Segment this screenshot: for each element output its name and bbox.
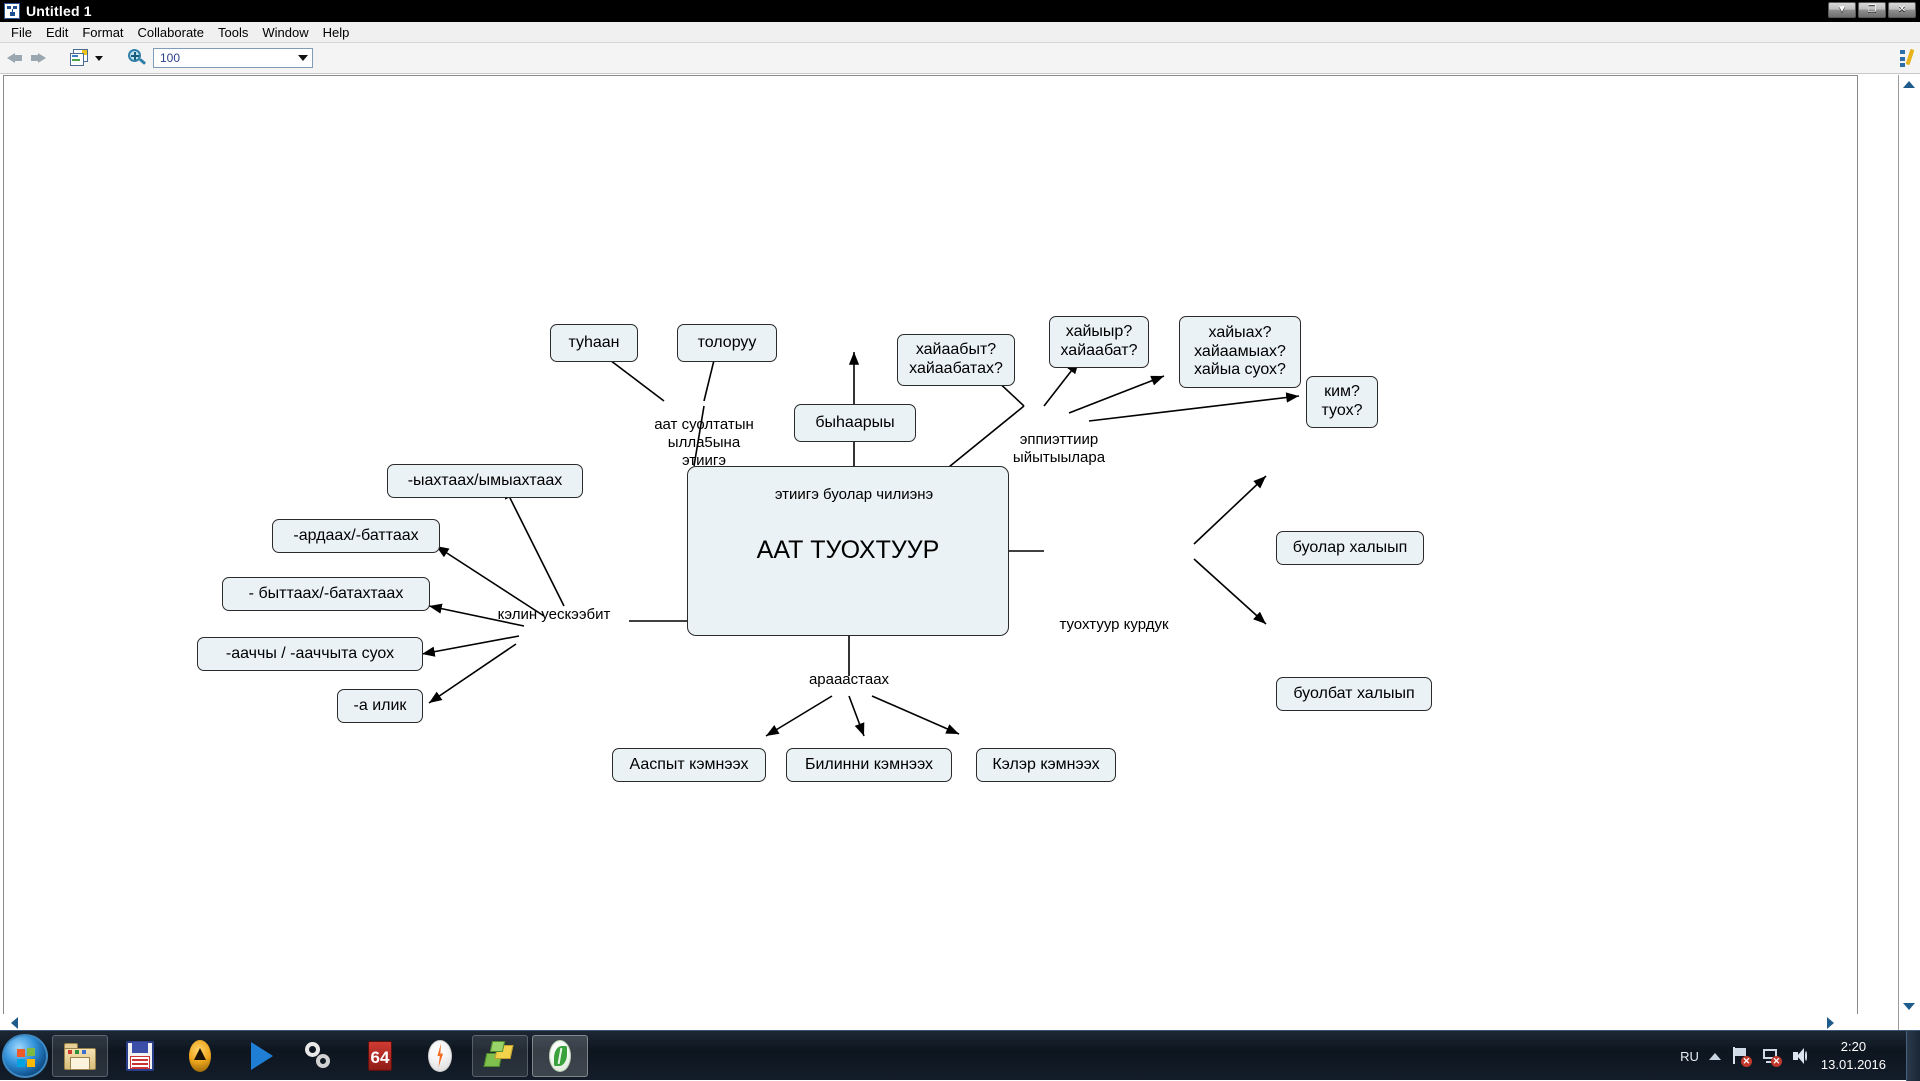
mindmap-node-byhaaryy[interactable]: быһаарыы	[794, 404, 916, 442]
menu-bar: File Edit Format Collaborate Tools Windo…	[0, 22, 1920, 43]
taskbar-item-explorer[interactable]	[52, 1035, 108, 1077]
zoom-combobox[interactable]: 100	[153, 48, 313, 68]
mindmap-node-suffix-aaччy[interactable]: -ааччы / -ааччыта суох	[197, 637, 423, 671]
mindmap-edge-label-eppiettiir: эппиэттиир ыйытыылара	[979, 431, 1139, 467]
scroll-down-arrow-icon[interactable]	[1903, 1003, 1915, 1010]
zoom-group: 100	[127, 48, 313, 68]
gears-settings-icon	[303, 1039, 337, 1073]
mindmap-edge-label-araastaah: арааастаах	[789, 671, 909, 689]
taskbar-item-player[interactable]	[232, 1035, 288, 1077]
scroll-left-arrow-icon[interactable]	[11, 1017, 18, 1029]
taskbar-item-64[interactable]: 64	[352, 1035, 408, 1077]
menu-file[interactable]: File	[4, 23, 39, 42]
mindmap-node-suffix-a-ilik[interactable]: -а илик	[337, 689, 423, 723]
menu-tools[interactable]: Tools	[211, 23, 255, 42]
chevron-down-icon[interactable]	[298, 55, 308, 61]
scroll-up-arrow-icon[interactable]	[1903, 81, 1915, 88]
taskbar-item-mindmap[interactable]	[532, 1035, 588, 1077]
taskbar-item-settings[interactable]	[292, 1035, 348, 1077]
diagram-edit-icon[interactable]	[1898, 48, 1918, 68]
network-disconnected-icon[interactable]: ✕	[1761, 1046, 1781, 1066]
blue-play-icon	[243, 1039, 277, 1073]
new-document-icon	[70, 49, 90, 67]
system-tray: RU ✕ ✕ 2:20 13.01.2016	[1680, 1031, 1920, 1081]
mindmap-icon	[4, 3, 20, 19]
mindmap-node-suffix-ardaah[interactable]: -ардаах/-баттаах	[272, 519, 440, 553]
mindmap-node-question-present[interactable]: хайыыр? хайаабат?	[1049, 316, 1149, 368]
mindmap-edge-label-aat-suolta: аат суолтатын ылла5ына этиигэ	[614, 416, 794, 470]
mindmap-node-question-who[interactable]: ким? туох?	[1306, 376, 1378, 428]
clock[interactable]: 2:20 13.01.2016	[1821, 1038, 1892, 1073]
chevron-down-icon[interactable]	[95, 56, 103, 61]
mindmap-node-suffix-byttaah[interactable]: - быттаах/-батахтаах	[222, 577, 430, 611]
close-button[interactable]: ✕	[1888, 2, 1916, 18]
mindmap-node-buolbat-halyyp[interactable]: буолбат халыып	[1276, 677, 1432, 711]
mindmap-node-suffix-yahtaah[interactable]: -ыахтаах/ымыахтаах	[387, 464, 583, 498]
scroll-right-arrow-icon[interactable]	[1827, 1017, 1834, 1029]
show-desktop-button[interactable]	[1906, 1031, 1920, 1081]
mindmap-node-buolar-halyyp[interactable]: буолар халыып	[1276, 531, 1424, 565]
language-indicator[interactable]: RU	[1680, 1049, 1699, 1064]
show-hidden-icons-icon[interactable]	[1709, 1053, 1721, 1060]
sixty-four-label: 64	[363, 1048, 397, 1068]
mindmap-diagram: ААТ ТУОХТУУР туһаан толоруу аат суолтаты…	[4, 76, 1857, 1029]
mindmap-edge-label-kelin-ueskeebit: кэлин уескээбит	[469, 606, 639, 624]
mindmap-node-bilinni-kemneeh[interactable]: Билинни кэмнээх	[786, 748, 952, 782]
orange-bolt-icon	[423, 1039, 457, 1073]
title-bar: Untitled 1 ▼ ❐ ✕	[0, 0, 1920, 22]
horizontal-scrollbar[interactable]	[3, 1014, 1858, 1030]
menu-help[interactable]: Help	[316, 23, 357, 42]
new-document-tool[interactable]	[70, 49, 103, 67]
mindmap-node-keler-kemneeh[interactable]: Кэлэр кэмнээх	[976, 748, 1116, 782]
mindmap-edge-label-tuohtuur-kurduk: туохтуур курдук	[1039, 616, 1189, 634]
magnifier-plus-icon[interactable]	[127, 48, 147, 68]
floppy-save-icon	[123, 1039, 157, 1073]
clock-date: 13.01.2016	[1821, 1057, 1886, 1072]
window-title: Untitled 1	[26, 3, 92, 19]
taskbar-item-shapes[interactable]	[472, 1035, 528, 1077]
green-shapes-icon	[483, 1039, 517, 1073]
mindmap-node-aaspyt-kemneeh[interactable]: Ааспыт кэмнээх	[612, 748, 766, 782]
back-arrow-icon[interactable]	[6, 50, 24, 66]
restore-button[interactable]: ❐	[1858, 2, 1886, 18]
zoom-value: 100	[160, 51, 180, 65]
forward-arrow-icon[interactable]	[30, 50, 48, 66]
menu-format[interactable]: Format	[75, 23, 130, 42]
sixty-four-icon: 64	[363, 1039, 397, 1073]
menu-window[interactable]: Window	[255, 23, 315, 42]
mindmap-edge-label-etiige: этиигэ буолар чилиэнэ	[749, 486, 959, 504]
mindmap-canvas[interactable]: ААТ ТУОХТУУР туһаан толоруу аат суолтаты…	[3, 75, 1858, 1030]
taskbar-item-save[interactable]	[112, 1035, 168, 1077]
amber-triangle-icon	[183, 1039, 217, 1073]
menu-collaborate[interactable]: Collaborate	[131, 23, 212, 42]
mindmap-node-tuhaan[interactable]: туһаан	[550, 324, 638, 362]
windows-start-orb-icon[interactable]	[2, 1034, 48, 1078]
menu-edit[interactable]: Edit	[39, 23, 75, 42]
mindmap-node-question-future[interactable]: хайыах? хайаамыах? хайыа суох?	[1179, 316, 1301, 388]
action-center-flag-icon[interactable]: ✕	[1731, 1046, 1751, 1066]
taskbar-item-amber[interactable]	[172, 1035, 228, 1077]
toolbar: 100	[0, 43, 1920, 74]
taskbar: 64 RU ✕ ✕ 2:20 13.01.2016	[0, 1030, 1920, 1080]
taskbar-item-bolt[interactable]	[412, 1035, 468, 1077]
green-leaf-icon	[543, 1039, 577, 1073]
vertical-scrollbar[interactable]	[1898, 75, 1917, 1030]
clock-time: 2:20	[1841, 1039, 1866, 1054]
mindmap-node-toloruu[interactable]: толоруу	[677, 324, 777, 362]
minimize-button[interactable]: ▼	[1828, 2, 1856, 18]
volume-speaker-icon[interactable]	[1791, 1046, 1811, 1066]
folder-explorer-icon	[63, 1039, 97, 1073]
window-controls: ▼ ❐ ✕	[1828, 2, 1916, 18]
mindmap-node-question-past[interactable]: хайаабыт? хайаабатах?	[897, 334, 1015, 386]
